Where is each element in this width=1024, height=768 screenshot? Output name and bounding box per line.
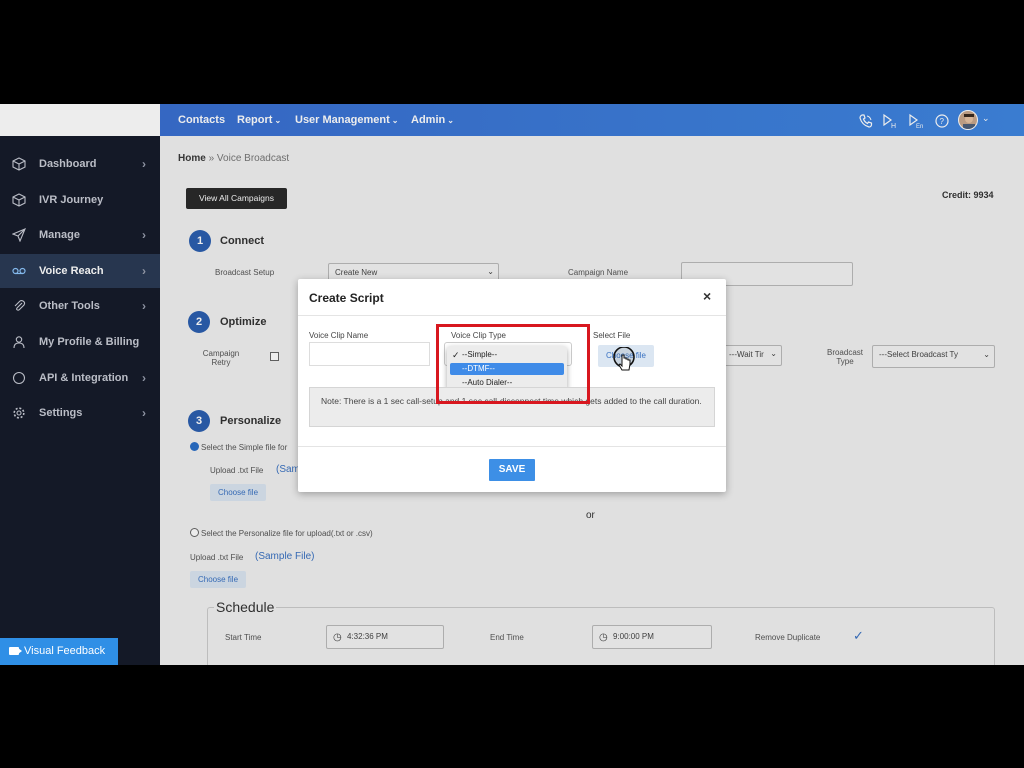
voice-clip-name-input[interactable]: [309, 342, 430, 366]
voice-clip-name-label: Voice Clip Name: [309, 331, 369, 340]
close-icon[interactable]: ×: [703, 288, 711, 304]
hand-cursor-icon: [613, 347, 635, 371]
video-camera-icon: [9, 647, 22, 655]
save-button[interactable]: SAVE: [489, 459, 535, 481]
visual-feedback-button[interactable]: Visual Feedback: [0, 638, 118, 665]
modal-title: Create Script: [309, 291, 384, 305]
modal-footer-divider: [298, 446, 726, 447]
annotation-highlight-box: [436, 324, 590, 404]
modal-header: Create Script ×: [298, 279, 726, 316]
select-file-label: Select File: [593, 331, 631, 340]
